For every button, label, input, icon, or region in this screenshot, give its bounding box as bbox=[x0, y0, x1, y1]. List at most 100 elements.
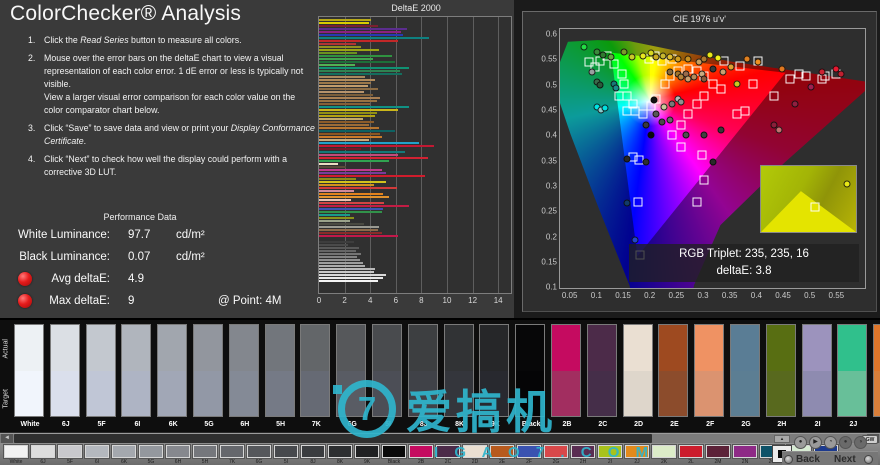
deltae-bar[interactable] bbox=[319, 211, 382, 213]
measured-dot-marker[interactable] bbox=[588, 68, 596, 76]
pattern-chip[interactable] bbox=[247, 445, 271, 458]
target-square-marker[interactable] bbox=[617, 69, 627, 79]
deltae-bar[interactable] bbox=[319, 199, 351, 201]
deltae-bar[interactable] bbox=[319, 112, 377, 114]
measured-dot-marker[interactable] bbox=[717, 126, 725, 134]
deltae-bar[interactable] bbox=[319, 133, 381, 135]
deltae-bar[interactable] bbox=[319, 76, 366, 78]
pattern-chip[interactable] bbox=[328, 445, 352, 458]
pattern-chip[interactable] bbox=[571, 445, 595, 458]
deltae-bar[interactable] bbox=[319, 169, 382, 171]
pattern-chip[interactable] bbox=[706, 445, 730, 458]
comparator-column[interactable]: 8K bbox=[443, 324, 474, 428]
target-square-marker[interactable] bbox=[740, 106, 750, 116]
deltae-bar[interactable] bbox=[319, 166, 346, 168]
deltae-bar[interactable] bbox=[319, 40, 399, 42]
deltae-bar[interactable] bbox=[319, 19, 372, 21]
comparator-column[interactable]: 6H bbox=[228, 324, 259, 428]
deltae-bar[interactable] bbox=[319, 256, 358, 258]
comparator-column[interactable]: 8J bbox=[407, 324, 438, 428]
deltae-bar[interactable] bbox=[319, 139, 369, 141]
deltae-bar[interactable] bbox=[319, 223, 364, 225]
comparator-column[interactable]: 2F bbox=[694, 324, 725, 428]
deltae-bar[interactable] bbox=[319, 163, 339, 165]
comparator-column[interactable]: 2C bbox=[586, 324, 617, 428]
deltae-bar[interactable] bbox=[319, 124, 369, 126]
measured-dot-marker[interactable] bbox=[642, 121, 650, 129]
deltae-bar[interactable] bbox=[319, 259, 360, 261]
measured-dot-marker[interactable] bbox=[709, 158, 716, 166]
deltae-bar[interactable] bbox=[319, 229, 378, 231]
measured-dot-marker[interactable] bbox=[647, 131, 655, 139]
deltae-bar[interactable] bbox=[319, 190, 354, 192]
deltae-bar[interactable] bbox=[319, 241, 354, 243]
pattern-chip[interactable] bbox=[598, 445, 622, 458]
comparator-column[interactable]: White bbox=[14, 324, 44, 428]
pattern-chip[interactable] bbox=[436, 445, 460, 458]
deltae-bar[interactable] bbox=[319, 94, 373, 96]
deltae-bar[interactable] bbox=[319, 28, 408, 30]
measured-dot-marker[interactable] bbox=[682, 131, 690, 139]
deltae-bar[interactable] bbox=[319, 103, 371, 105]
deltae-bar[interactable] bbox=[319, 202, 385, 204]
measured-dot-marker[interactable] bbox=[612, 84, 620, 92]
target-square-marker[interactable] bbox=[683, 109, 693, 119]
target-square-marker[interactable] bbox=[638, 109, 648, 119]
measured-dot-marker[interactable] bbox=[709, 65, 716, 73]
measured-dot-marker[interactable] bbox=[690, 73, 698, 81]
target-square-marker[interactable] bbox=[699, 175, 709, 185]
measured-dot-marker[interactable] bbox=[642, 158, 650, 166]
measured-dot-marker[interactable] bbox=[791, 100, 799, 108]
deltae-bar[interactable] bbox=[319, 196, 390, 198]
comparator-column[interactable]: 5F bbox=[85, 324, 116, 428]
pattern-chip[interactable] bbox=[31, 445, 55, 458]
pattern-chip[interactable] bbox=[220, 445, 244, 458]
deltae-bar[interactable] bbox=[319, 271, 375, 273]
measured-dot-marker[interactable] bbox=[818, 68, 826, 76]
deltae-bar[interactable] bbox=[319, 52, 358, 54]
transport-button-3[interactable]: ● bbox=[839, 436, 852, 449]
deltae-bar[interactable] bbox=[319, 82, 372, 84]
deltae-bar[interactable] bbox=[319, 34, 404, 36]
deltae-bar[interactable] bbox=[319, 73, 403, 75]
deltae-bar[interactable] bbox=[319, 61, 395, 63]
deltae-bar[interactable] bbox=[319, 97, 381, 99]
measured-dot-marker[interactable] bbox=[837, 70, 845, 78]
measured-dot-marker[interactable] bbox=[623, 155, 631, 163]
pattern-chip[interactable] bbox=[463, 445, 487, 458]
comparator-column[interactable]: 7K bbox=[300, 324, 331, 428]
comparator-column[interactable]: 6I bbox=[121, 324, 152, 428]
comparator-column[interactable]: 2J bbox=[837, 324, 868, 428]
measured-dot-marker[interactable] bbox=[727, 63, 735, 71]
deltae-bar[interactable] bbox=[319, 31, 401, 33]
target-square-marker[interactable] bbox=[769, 91, 779, 101]
measured-dot-marker[interactable] bbox=[623, 199, 631, 206]
deltae-bar[interactable] bbox=[319, 232, 382, 234]
deltae-bar[interactable] bbox=[319, 154, 399, 156]
measured-dot-marker[interactable] bbox=[580, 43, 588, 51]
comparator-column[interactable]: 5I bbox=[372, 324, 402, 428]
transport-button-1[interactable]: ▶ bbox=[809, 436, 822, 449]
deltae-bar[interactable] bbox=[319, 247, 359, 249]
deltae-bar[interactable] bbox=[319, 208, 383, 210]
measured-dot-marker[interactable] bbox=[684, 55, 692, 63]
measured-dot-marker[interactable] bbox=[652, 110, 660, 118]
deltae-bar[interactable] bbox=[319, 64, 355, 66]
pattern-chip[interactable] bbox=[409, 445, 433, 458]
pattern-chip[interactable] bbox=[274, 445, 298, 458]
measured-dot-marker[interactable] bbox=[674, 55, 682, 63]
deltae-bar[interactable] bbox=[319, 187, 398, 189]
target-square-marker[interactable] bbox=[619, 79, 629, 89]
pattern-scrollbar[interactable]: ◄ ► bbox=[0, 434, 880, 443]
deltae-bar[interactable] bbox=[319, 55, 392, 57]
deltae-bar[interactable] bbox=[319, 265, 366, 267]
deltae-bar[interactable] bbox=[319, 244, 349, 246]
deltae-bar[interactable] bbox=[319, 79, 376, 81]
pattern-chip[interactable] bbox=[544, 445, 568, 458]
target-square-marker[interactable] bbox=[801, 71, 811, 81]
pattern-chip[interactable] bbox=[85, 445, 109, 458]
measured-dot-marker[interactable] bbox=[775, 126, 783, 134]
target-square-marker[interactable] bbox=[716, 84, 726, 94]
target-square-marker[interactable] bbox=[622, 106, 632, 116]
deltae-bar[interactable] bbox=[319, 268, 376, 270]
